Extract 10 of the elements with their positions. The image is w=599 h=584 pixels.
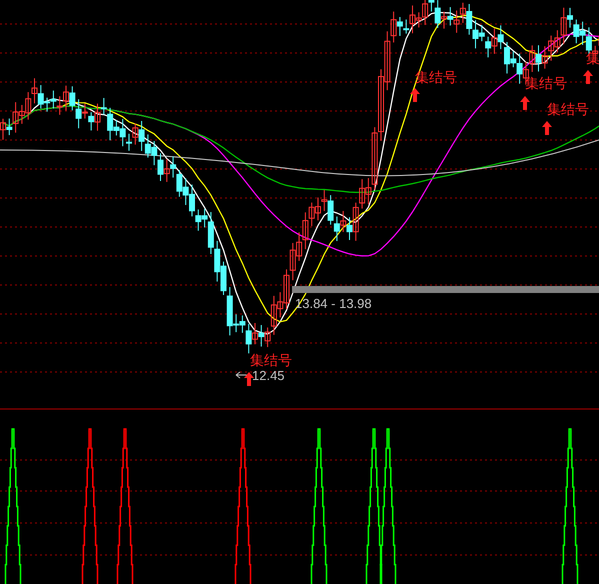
pointer-arrow-icon xyxy=(236,372,250,378)
up-arrow-icon xyxy=(410,88,420,102)
signal-label: 集结号 xyxy=(525,76,567,92)
up-arrow-icon xyxy=(583,70,593,84)
up-arrow-icon xyxy=(520,96,530,110)
signal-label: 集结号 xyxy=(547,102,589,118)
up-arrow-icon xyxy=(542,121,552,135)
signal-label: 集结号 xyxy=(250,353,292,369)
up-arrow-icon xyxy=(244,372,254,386)
low-price-label: 12.45 xyxy=(252,368,285,383)
